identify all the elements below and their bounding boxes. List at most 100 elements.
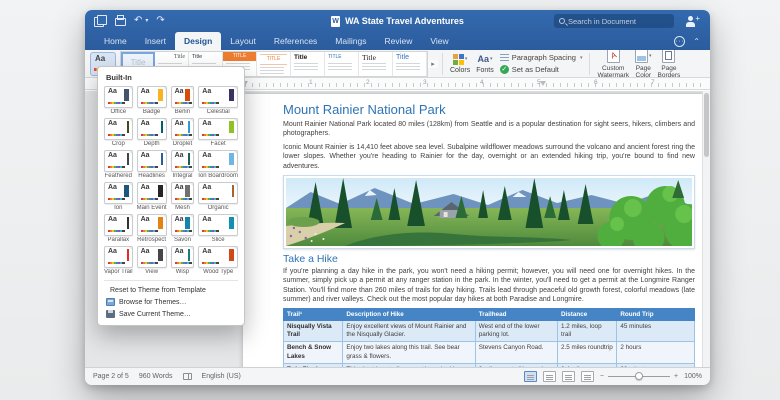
set-as-default-button[interactable]: ✓ Set as Default (500, 65, 583, 74)
page-color-button[interactable]: ▾ Page Color (632, 50, 655, 78)
zoom-in-icon[interactable]: + (674, 373, 678, 380)
scrollbar-thumb[interactable] (704, 93, 709, 157)
tab-view[interactable]: View (421, 32, 457, 50)
word-count[interactable]: 960 Words (139, 373, 173, 380)
more-options-icon[interactable]: ··· (674, 36, 685, 47)
watermark-icon: A (607, 50, 620, 63)
search-input[interactable]: Search in Document (554, 14, 674, 28)
style-set-6[interactable]: Title (291, 52, 325, 76)
zoom-level[interactable]: 100% (684, 373, 702, 380)
web-layout-view-icon[interactable] (543, 371, 556, 382)
theme-berlin[interactable]: AaBerlin (171, 86, 195, 115)
theme-mesh[interactable]: AaMesh (171, 182, 195, 211)
spellcheck-icon[interactable] (183, 373, 192, 380)
custom-watermark-button[interactable]: A Custom Watermark (594, 50, 632, 78)
zoom-slider[interactable] (608, 376, 670, 377)
meadow-photo[interactable] (283, 175, 695, 249)
window-title: WA State Travel Adventures (345, 16, 464, 26)
custom-watermark-label: Custom Watermark (597, 65, 629, 78)
theme-savon[interactable]: AaSavon (171, 214, 195, 243)
theme-wood-type[interactable]: AaWood Type (198, 246, 238, 275)
zoom-slider-thumb[interactable] (635, 372, 643, 380)
fonts-button[interactable]: Aa ▾ Fonts (473, 54, 497, 74)
tab-insert[interactable]: Insert (136, 32, 175, 50)
theme-slice[interactable]: AaSlice (198, 214, 238, 243)
theme-ion[interactable]: AaIon (104, 182, 133, 211)
themes-dropdown-panel: Built-In AaOfficeAaBadgeAaBerlinAaCelest… (97, 66, 245, 326)
meadow-photo-illustration (286, 178, 692, 246)
paragraph-spacing-button[interactable]: Paragraph Spacing ▾ (500, 53, 583, 62)
document-page[interactable]: Mount Rainier National Park Mount Rainie… (243, 94, 705, 367)
theme-wisp[interactable]: AaWisp (171, 246, 195, 275)
theme-vapor-trail[interactable]: AaVapor Trail (104, 246, 133, 275)
ruler-ticks (245, 83, 705, 87)
table-cell: West end of the lower parking lot. (475, 321, 557, 342)
title-bar: ↶▾ ↷ W WA State Travel Adventures Search… (85, 10, 710, 50)
language-indicator[interactable]: English (US) (202, 373, 241, 380)
share-icon[interactable]: + (686, 15, 700, 27)
reset-to-theme-from-template-menu-item[interactable]: Reset to Theme from Template (106, 284, 238, 296)
outline-view-icon[interactable] (562, 371, 575, 382)
page-borders-label: Page Borders (658, 65, 681, 78)
vertical-scrollbar[interactable] (702, 91, 710, 367)
tab-references[interactable]: References (265, 32, 326, 50)
tab-layout[interactable]: Layout (221, 32, 265, 50)
page-color-dropdown-icon: ▾ (649, 53, 652, 59)
page-borders-button[interactable]: Page Borders (655, 50, 684, 78)
theme-office[interactable]: AaOffice (104, 86, 133, 115)
table-cell: 2.5 miles roundtrip (557, 342, 616, 363)
themes-panel-actions: Reset to Theme from TemplateBrowse for T… (104, 280, 238, 320)
colors-dropdown-icon: ▾ (465, 56, 468, 62)
theme-view[interactable]: AaView (137, 246, 167, 275)
page-borders-icon (662, 50, 675, 63)
theme-headlines[interactable]: AaHeadlines (137, 150, 167, 179)
theme-parallax[interactable]: AaParallax (104, 214, 133, 243)
theme-celestial[interactable]: AaCelestial (198, 86, 238, 115)
theme-main-event[interactable]: AaMain Event (137, 182, 167, 211)
zoom-out-icon[interactable]: − (600, 373, 604, 380)
gallery-next-button[interactable]: ▸ (428, 60, 438, 68)
style-set-9[interactable]: Title (393, 52, 427, 76)
chrome-right-controls: ··· ⌃ (674, 36, 700, 47)
hike-table[interactable]: Trail¹Description of HikeTrailheadDistan… (283, 308, 695, 367)
table-cell: Nisqually Vista Trail (284, 321, 343, 342)
theme-retrospect[interactable]: AaRetrospect (137, 214, 167, 243)
ruler-number: 1 (309, 79, 313, 86)
page-indicator[interactable]: Page 2 of 5 (93, 373, 129, 380)
tab-review[interactable]: Review (375, 32, 421, 50)
theme-droplet[interactable]: AaDroplet (171, 118, 195, 147)
doc-paragraph-2: Iconic Mount Rainier is 14,410 feet abov… (283, 143, 695, 171)
theme-depth[interactable]: AaDepth (137, 118, 167, 147)
theme-ion-boardroom[interactable]: AaIon Boardroom (198, 150, 238, 179)
fonts-icon: Aa (477, 54, 489, 65)
theme-organic[interactable]: AaOrganic (198, 182, 238, 211)
tab-mailings[interactable]: Mailings (326, 32, 375, 50)
table-header: Trailhead (475, 309, 557, 321)
save-current-theme-menu-item[interactable]: Save Current Theme… (106, 308, 238, 320)
themes-aa-glyph: Aa (95, 54, 105, 63)
draft-view-icon[interactable] (581, 371, 594, 382)
tab-design[interactable]: Design (175, 32, 221, 50)
style-set-8[interactable]: Title (359, 52, 393, 76)
search-placeholder: Search in Document (568, 17, 636, 26)
right-indent-marker[interactable] (540, 81, 546, 86)
print-layout-view-icon[interactable] (524, 371, 537, 382)
tab-home[interactable]: Home (95, 32, 136, 50)
fonts-dropdown-icon: ▾ (490, 56, 493, 62)
style-set-7[interactable]: TITLE (325, 52, 359, 76)
ruler-number: 2 (366, 79, 370, 86)
ribbon-separator (589, 53, 590, 75)
theme-crop[interactable]: AaCrop (104, 118, 133, 147)
status-bar: Page 2 of 5 960 Words English (US) − + 1… (85, 367, 710, 385)
table-cell: Stevens Canyon Road. (475, 342, 557, 363)
style-set-5[interactable]: TITLE (257, 52, 291, 76)
theme-badge[interactable]: AaBadge (137, 86, 167, 115)
colors-button[interactable]: ▾ Colors (447, 54, 473, 74)
table-header: Description of Hike (343, 309, 475, 321)
theme-facet[interactable]: AaFacet (198, 118, 238, 147)
table-header: Trail¹ (284, 309, 343, 321)
theme-integral[interactable]: AaIntegral (171, 150, 195, 179)
collapse-ribbon-icon[interactable]: ⌃ (693, 37, 700, 46)
browse-for-themes-menu-item[interactable]: Browse for Themes… (106, 296, 238, 308)
theme-feathered[interactable]: AaFeathered (104, 150, 133, 179)
